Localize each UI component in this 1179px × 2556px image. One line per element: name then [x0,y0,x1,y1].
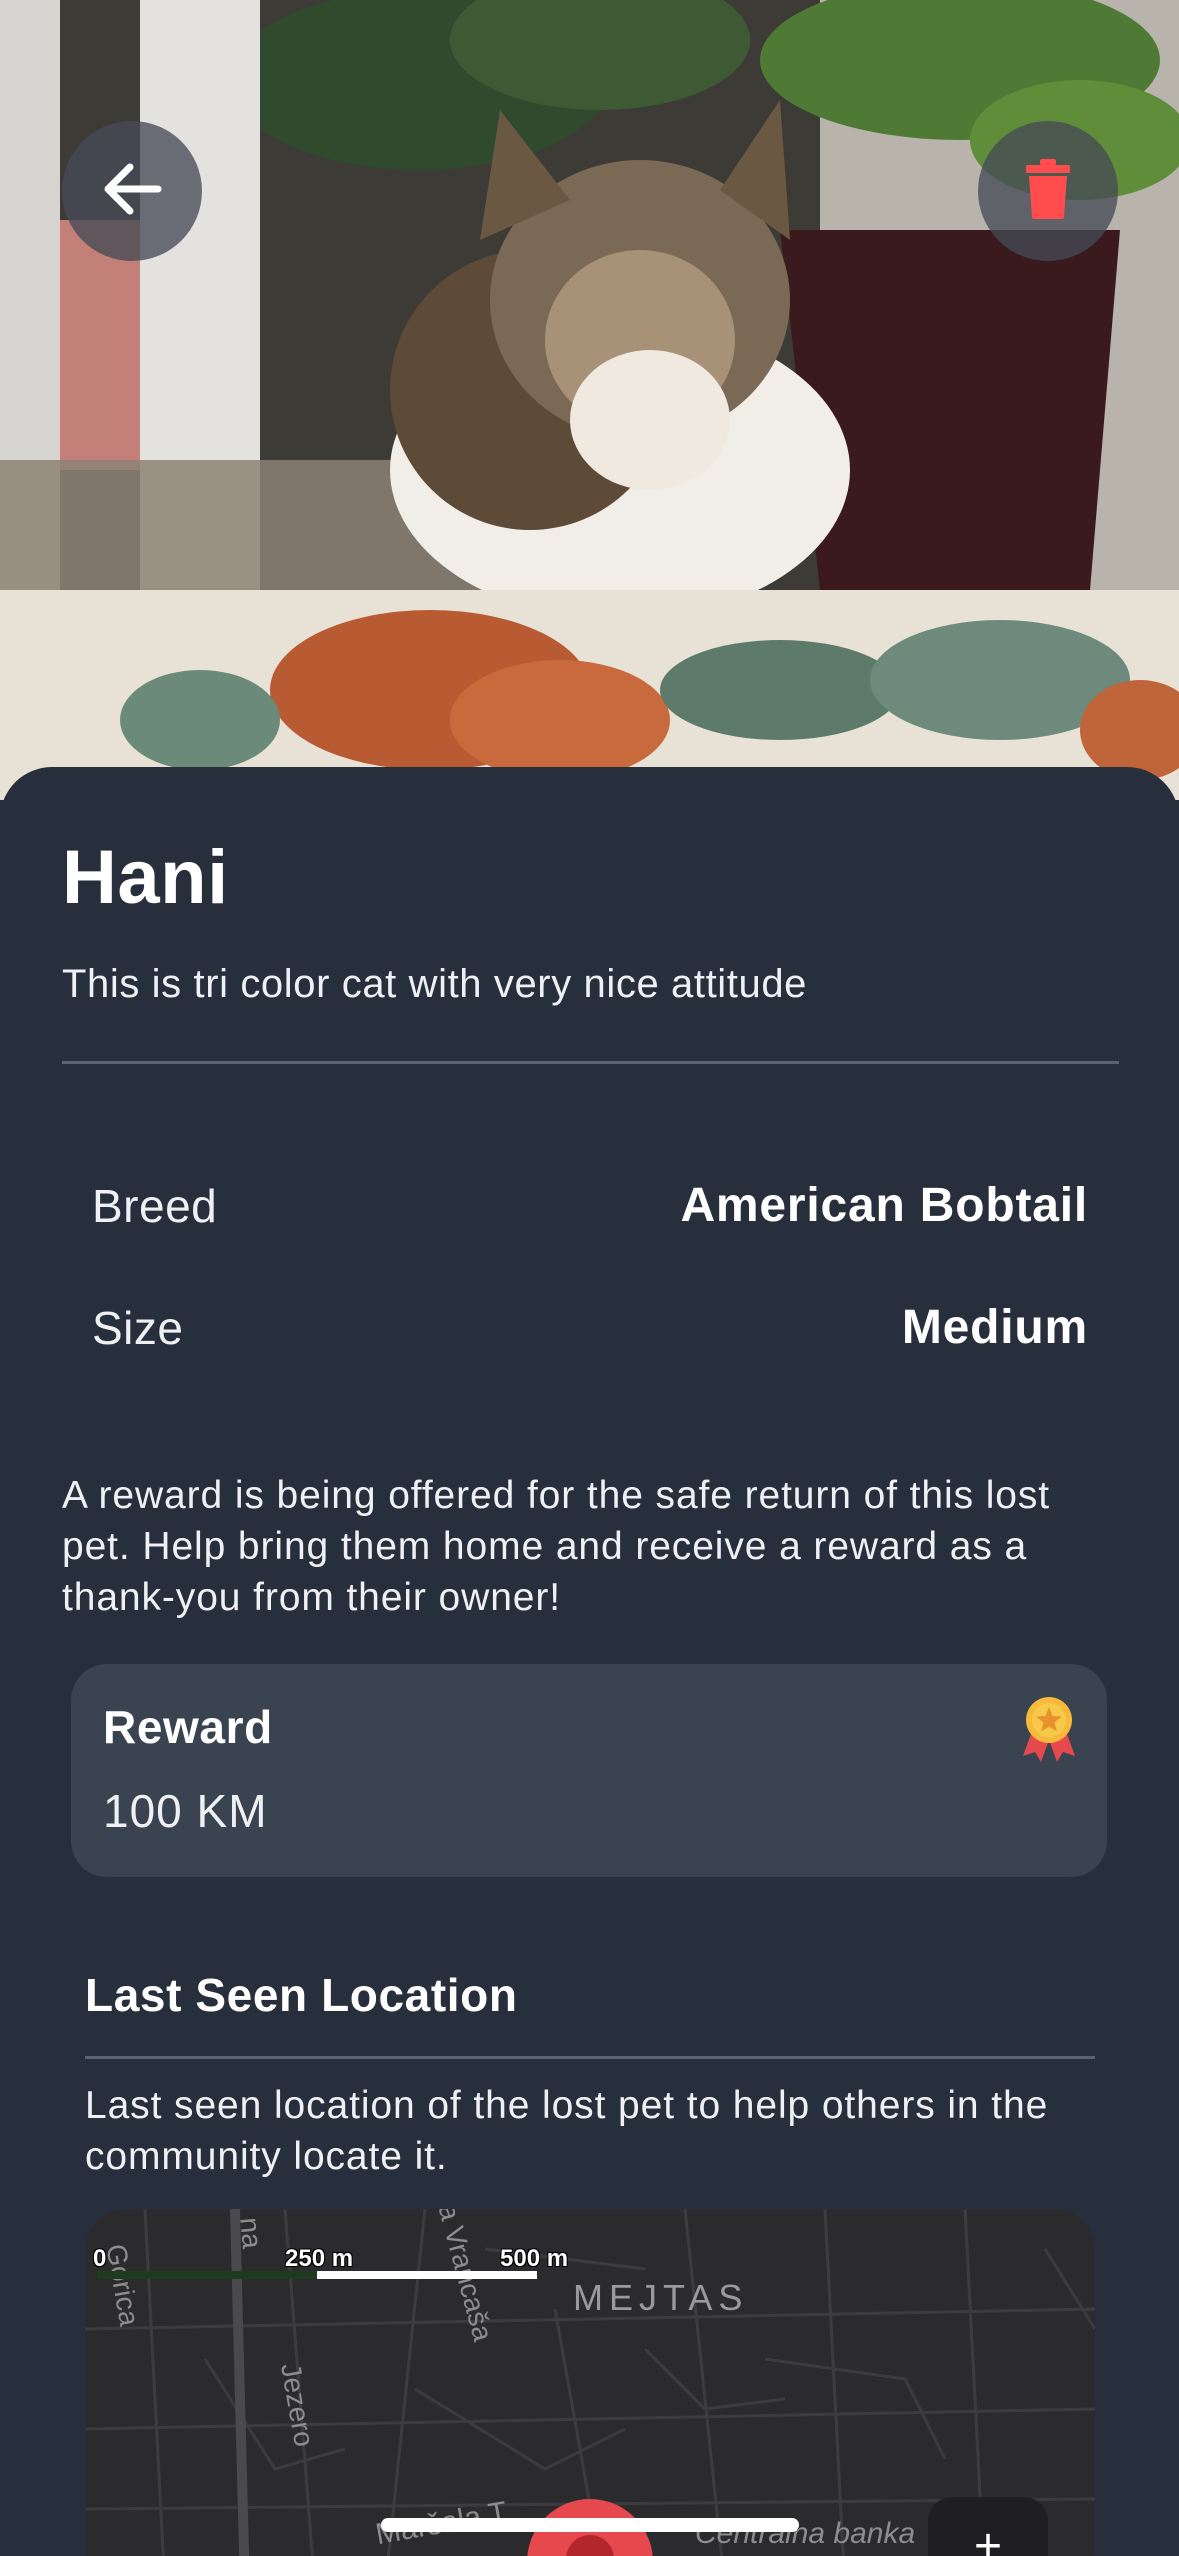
zoom-in-button[interactable]: + [928,2497,1048,2556]
scale-label: 250 m [285,2245,354,2272]
reward-amount: 100 KM [103,1785,268,1837]
scale-label: 500 m [500,2245,569,2272]
map-street-label: na [234,2216,268,2250]
pet-name: Hani [62,835,229,920]
medal-icon [1021,1696,1077,1762]
last-seen-description: Last seen location of the lost pet to he… [85,2084,1049,2178]
scale-label: 0 [93,2245,107,2272]
attribute-row-breed: Breed American Bobtail [92,1178,1088,1233]
last-seen-map[interactable]: MEJTAS Gorica na Jezero pa Vrancaša Marš… [85,2209,1095,2556]
home-indicator [381,2518,799,2532]
reward-title: Reward [103,1701,273,1753]
attribute-value: American Bobtail [680,1179,1088,1232]
arrow-left-icon [102,163,162,220]
reward-description: A reward is being offered for the safe r… [62,1474,1050,1619]
divider [85,2056,1095,2059]
attribute-label: Size [92,1301,184,1354]
map-scale-bar [97,2271,537,2279]
back-button[interactable] [62,121,202,261]
reward-card: Reward 100 KM [71,1664,1107,1877]
attribute-value: Medium [901,1301,1088,1354]
trash-icon [1024,158,1072,224]
delete-button[interactable] [978,121,1118,261]
map-district-label: MEJTAS [573,2277,749,2318]
last-seen-title: Last Seen Location [85,1969,518,2021]
divider [62,1061,1119,1064]
attribute-row-size: Size Medium [92,1300,1088,1355]
pet-photo [0,0,1179,800]
attribute-label: Breed [92,1179,218,1232]
pet-description: This is tri color cat with very nice att… [62,962,808,1006]
